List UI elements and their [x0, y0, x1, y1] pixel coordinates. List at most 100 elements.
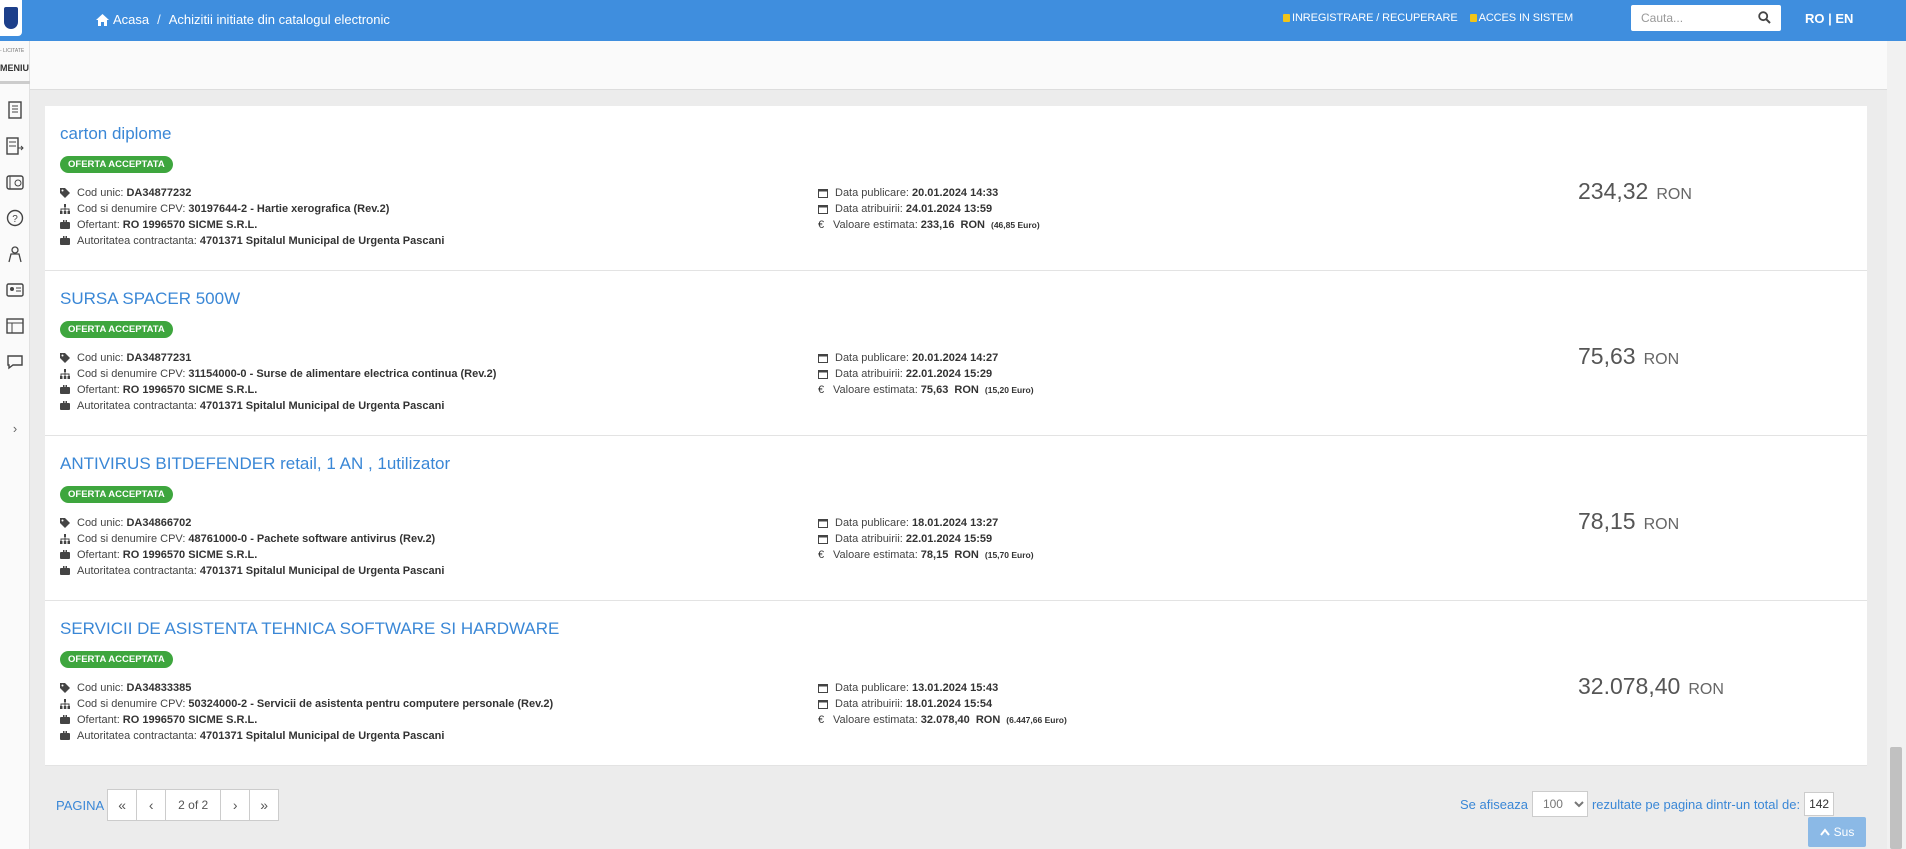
- back-to-top-button[interactable]: Sus: [1808, 817, 1866, 847]
- autoritate-value: 4701371 Spitalul Municipal de Urgenta Pa…: [199, 565, 445, 577]
- chat-icon[interactable]: [5, 352, 25, 372]
- price-currency: RON: [1643, 351, 1680, 368]
- calendar-icon: [818, 188, 828, 198]
- autoritate-label: Autoritatea contractanta:: [77, 730, 197, 742]
- user-tie-icon[interactable]: [5, 244, 25, 264]
- price-value: 78,15: [1578, 508, 1636, 534]
- ofertant-value: RO 1996570 SICME S.R.L.: [122, 549, 258, 561]
- left-sidebar: - LICITATE MENIU ? ›: [0, 41, 30, 849]
- cod-unic-label: Cod unic:: [77, 517, 124, 529]
- autoritate-value: 4701371 Spitalul Municipal de Urgenta Pa…: [199, 235, 445, 247]
- item-dates: Data publicare: 20.01.2024 14:33 Data atr…: [818, 185, 1040, 233]
- sitemap-icon: [60, 699, 70, 709]
- cod-unic-label: Cod unic:: [77, 352, 124, 364]
- search-icon[interactable]: [1758, 11, 1771, 27]
- valoare-value: 75,63 RON: [920, 384, 979, 396]
- home-icon[interactable]: [96, 13, 109, 26]
- account-links: INREGISTRARE / RECUPERARE ACCES IN SISTE…: [1283, 12, 1573, 24]
- publicare-label: Data publicare:: [835, 187, 909, 199]
- briefcase-icon: [60, 550, 70, 560]
- briefcase-icon: [60, 385, 70, 395]
- next-page-button[interactable]: ›: [220, 789, 251, 821]
- prev-page-button[interactable]: ‹: [136, 789, 167, 821]
- publicare-value: 20.01.2024 14:27: [912, 352, 999, 364]
- sitemap-icon: [60, 204, 70, 214]
- list-arrow-icon[interactable]: [5, 136, 25, 156]
- calendar-icon: [818, 204, 828, 214]
- item-title-link[interactable]: ANTIVIRUS BITDEFENDER retail, 1 AN , 1ut…: [60, 454, 450, 474]
- autoritate-label: Autoritatea contractanta:: [77, 400, 197, 412]
- valoare-value: 78,15 RON: [920, 549, 979, 561]
- last-page-button[interactable]: »: [249, 789, 280, 821]
- language-switcher[interactable]: RO | EN: [1805, 11, 1853, 26]
- item-title-link[interactable]: SURSA SPACER 500W: [60, 289, 240, 309]
- sidebar-expand-toggle[interactable]: ›: [5, 421, 25, 436]
- price-currency: RON: [1688, 681, 1724, 698]
- login-link-label: ACCES IN SISTEM: [1478, 12, 1574, 24]
- chevron-up-icon: [1819, 828, 1830, 836]
- item-price: 75,63 RON: [1578, 343, 1679, 370]
- report-icon[interactable]: [5, 316, 25, 336]
- autoritate-label: Autoritatea contractanta:: [77, 235, 197, 247]
- cpv-value: 31154000-0 - Surse de alimentare electri…: [188, 368, 497, 380]
- breadcrumb-home-link[interactable]: Acasa: [113, 12, 149, 27]
- calendar-icon: [818, 518, 828, 528]
- price-currency: RON: [1643, 516, 1680, 533]
- total-count: 142: [1804, 792, 1835, 816]
- cpv-label: Cod si denumire CPV:: [77, 368, 186, 380]
- item-title-link[interactable]: SERVICII DE ASISTENTA TEHNICA SOFTWARE S…: [60, 619, 559, 639]
- price-value: 32.078,40: [1578, 673, 1681, 699]
- item-price: 234,32 RON: [1578, 178, 1692, 205]
- per-page-select[interactable]: 100: [1531, 791, 1588, 817]
- tag-icon: [60, 683, 70, 693]
- item-details: Cod unic: DA34866702 Cod si denumire CPV:…: [60, 515, 444, 579]
- pagination-label: PAGINA: [56, 797, 105, 813]
- site-logo[interactable]: [0, 0, 22, 36]
- breadcrumb: Acasa / Achizitii initiate din catalogul…: [96, 12, 390, 27]
- pagination: PAGINA « ‹ 2 of 2 › »: [56, 789, 280, 821]
- publicare-value: 18.01.2024 13:27: [912, 517, 999, 529]
- document-icon[interactable]: [5, 100, 25, 120]
- scrollbar-thumb[interactable]: [1890, 747, 1902, 849]
- publicare-value: 13.01.2024 15:43: [912, 682, 999, 694]
- publicare-value: 20.01.2024 14:33: [912, 187, 999, 199]
- item-title-link[interactable]: carton diplome: [60, 124, 172, 144]
- valoare-label: Valoare estimata:: [833, 219, 918, 231]
- first-page-button[interactable]: «: [107, 789, 138, 821]
- register-link[interactable]: INREGISTRARE / RECUPERARE: [1283, 12, 1458, 24]
- briefcase-icon: [60, 236, 70, 246]
- briefcase-icon: [60, 731, 70, 741]
- atribuire-value: 22.01.2024 15:59: [905, 533, 993, 545]
- cpv-value: 30197644-2 - Hartie xerografica (Rev.2): [188, 203, 390, 215]
- item-details: Cod unic: DA34877232 Cod si denumire CPV:…: [60, 185, 444, 249]
- shield-icon: [4, 7, 18, 29]
- cpv-label: Cod si denumire CPV:: [77, 698, 186, 710]
- calendar-icon: [818, 699, 828, 709]
- valoare-euro: (15,20 Euro): [984, 385, 1034, 395]
- menu-divider: [0, 81, 30, 84]
- valoare-label: Valoare estimata:: [833, 549, 918, 561]
- price-currency: RON: [1656, 186, 1692, 203]
- breadcrumb-current: Achizitii initiate din catalogul electro…: [168, 12, 390, 27]
- ofertant-value: RO 1996570 SICME S.R.L.: [122, 384, 258, 396]
- atribuire-value: 22.01.2024 15:29: [905, 368, 993, 380]
- menu-label[interactable]: MENIU: [0, 63, 29, 73]
- cpv-value: 50324000-2 - Servicii de asistenta pentr…: [188, 698, 554, 710]
- search-input[interactable]: [1631, 5, 1749, 31]
- ofertant-label: Ofertant:: [77, 219, 120, 231]
- item-price: 32.078,40 RON: [1578, 673, 1724, 700]
- search-box: [1631, 5, 1781, 31]
- id-card-icon[interactable]: [5, 280, 25, 300]
- publicare-label: Data publicare:: [835, 682, 909, 694]
- help-icon[interactable]: ?: [5, 208, 25, 228]
- page-scrollbar[interactable]: [1887, 41, 1906, 849]
- catalog-icon[interactable]: [5, 172, 25, 192]
- item-details: Cod unic: DA34877231 Cod si denumire CPV:…: [60, 350, 496, 414]
- item-details: Cod unic: DA34833385 Cod si denumire CPV:…: [60, 680, 553, 744]
- ofertant-value: RO 1996570 SICME S.R.L.: [122, 714, 258, 726]
- ofertant-value: RO 1996570 SICME S.R.L.: [122, 219, 258, 231]
- breadcrumb-separator: /: [157, 12, 161, 27]
- publicare-label: Data publicare:: [835, 517, 909, 529]
- login-link[interactable]: ACCES IN SISTEM: [1469, 12, 1574, 24]
- status-badge: OFERTA ACCEPTATA: [60, 321, 173, 338]
